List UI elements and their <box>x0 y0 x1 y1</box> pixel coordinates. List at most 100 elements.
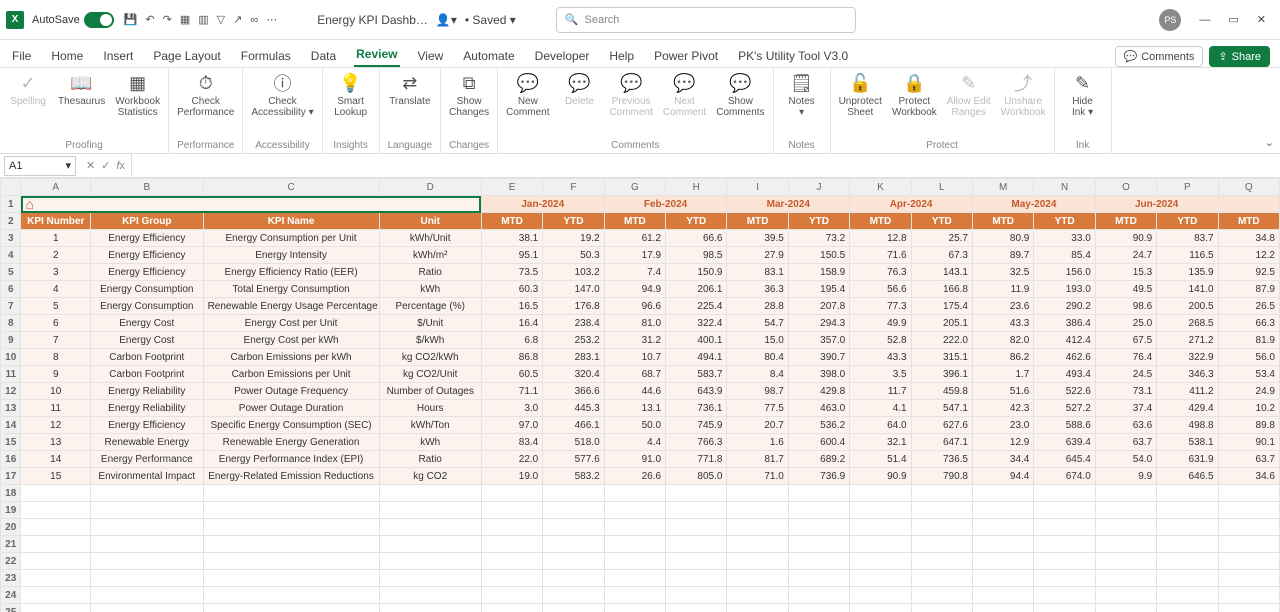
cell-B24[interactable] <box>91 587 204 604</box>
cell-K16[interactable]: 51.4 <box>850 451 911 468</box>
row-header-19[interactable]: 19 <box>1 502 21 519</box>
cell-E19[interactable] <box>481 502 542 519</box>
cell-F18[interactable] <box>543 485 604 502</box>
cell-O16[interactable]: 54.0 <box>1095 451 1156 468</box>
cell-H24[interactable] <box>666 587 727 604</box>
cell-N14[interactable]: 588.6 <box>1034 417 1095 434</box>
col-header-H[interactable]: H <box>666 179 727 196</box>
cell-M18[interactable] <box>972 485 1033 502</box>
cell-K24[interactable] <box>850 587 911 604</box>
cell-P13[interactable]: 429.4 <box>1157 400 1218 417</box>
cell-A3[interactable]: 1 <box>21 230 91 247</box>
row-header-7[interactable]: 7 <box>1 298 21 315</box>
cell-K17[interactable]: 90.9 <box>850 468 911 485</box>
autosave-toggle[interactable]: AutoSave <box>32 12 114 28</box>
cell-Q17[interactable]: 34.6 <box>1218 468 1279 485</box>
spreadsheet-grid[interactable]: ABCDEFGHIJKLMNOPQ1⌂Jan-2024Feb-2024Mar-2… <box>0 178 1280 612</box>
cell-F11[interactable]: 320.4 <box>543 366 604 383</box>
col-header-G[interactable]: G <box>604 179 665 196</box>
cell-C21[interactable] <box>203 536 379 553</box>
cell-A18[interactable] <box>21 485 91 502</box>
cell-H5[interactable]: 150.9 <box>666 264 727 281</box>
cell-A5[interactable]: 3 <box>21 264 91 281</box>
cell-C12[interactable]: Power Outage Frequency <box>203 383 379 400</box>
cell-J16[interactable]: 689.2 <box>788 451 849 468</box>
cell-D9[interactable]: $/kWh <box>379 332 481 349</box>
cell-N7[interactable]: 290.2 <box>1034 298 1095 315</box>
cell-Q15[interactable]: 90.1 <box>1218 434 1279 451</box>
cell-Q8[interactable]: 66.3 <box>1218 315 1279 332</box>
cell-N17[interactable]: 674.0 <box>1034 468 1095 485</box>
cell-D15[interactable]: kWh <box>379 434 481 451</box>
ribbon-new-button[interactable]: 💬NewComment <box>506 72 549 118</box>
hdr-ytd-4[interactable]: YTD <box>1034 213 1095 230</box>
cell-Q3[interactable]: 34.8 <box>1218 230 1279 247</box>
avatar[interactable]: PS <box>1159 9 1181 31</box>
chart-icon[interactable]: ▥ <box>198 13 208 26</box>
cell-I3[interactable]: 39.5 <box>727 230 788 247</box>
cell-F16[interactable]: 577.6 <box>543 451 604 468</box>
cell-B4[interactable]: Energy Efficiency <box>91 247 204 264</box>
cell-E15[interactable]: 83.4 <box>481 434 542 451</box>
cell-E9[interactable]: 6.8 <box>481 332 542 349</box>
comments-button[interactable]: 💬 Comments <box>1115 46 1204 67</box>
row-header-12[interactable]: 12 <box>1 383 21 400</box>
tab-insert[interactable]: Insert <box>101 45 135 67</box>
cell-I25[interactable] <box>727 604 788 612</box>
cell-O10[interactable]: 76.4 <box>1095 349 1156 366</box>
cell-P10[interactable]: 322.9 <box>1157 349 1218 366</box>
cell-E13[interactable]: 3.0 <box>481 400 542 417</box>
share-button[interactable]: ⇪ Share <box>1209 46 1270 67</box>
cell-H21[interactable] <box>666 536 727 553</box>
cancel-formula-icon[interactable]: ✕ <box>86 159 95 172</box>
cell-C14[interactable]: Specific Energy Consumption (SEC) <box>203 417 379 434</box>
cell-Q6[interactable]: 87.9 <box>1218 281 1279 298</box>
cell-P7[interactable]: 200.5 <box>1157 298 1218 315</box>
cell-K15[interactable]: 32.1 <box>850 434 911 451</box>
cell-E22[interactable] <box>481 553 542 570</box>
cell-L16[interactable]: 736.5 <box>911 451 972 468</box>
hdr-ytd-5[interactable]: YTD <box>1157 213 1218 230</box>
hdr-kpi-number[interactable]: KPI Number <box>21 213 91 230</box>
cell-D17[interactable]: kg CO2 <box>379 468 481 485</box>
filter-icon[interactable]: ▽ <box>217 13 225 26</box>
cell-J6[interactable]: 195.4 <box>788 281 849 298</box>
cell-G23[interactable] <box>604 570 665 587</box>
cell-D4[interactable]: kWh/m² <box>379 247 481 264</box>
hdr-mtd-1[interactable]: MTD <box>604 213 665 230</box>
save-icon[interactable]: 💾 <box>124 13 138 26</box>
cell-O14[interactable]: 63.6 <box>1095 417 1156 434</box>
cell-N12[interactable]: 522.6 <box>1034 383 1095 400</box>
hdr-mtd-2[interactable]: MTD <box>727 213 788 230</box>
cell-L9[interactable]: 222.0 <box>911 332 972 349</box>
row-header-11[interactable]: 11 <box>1 366 21 383</box>
cell-H25[interactable] <box>666 604 727 612</box>
cell-M17[interactable]: 94.4 <box>972 468 1033 485</box>
row-header-17[interactable]: 17 <box>1 468 21 485</box>
cell-J5[interactable]: 158.9 <box>788 264 849 281</box>
cell-N15[interactable]: 639.4 <box>1034 434 1095 451</box>
row-header-15[interactable]: 15 <box>1 434 21 451</box>
row-header-25[interactable]: 25 <box>1 604 21 612</box>
cell-F4[interactable]: 50.3 <box>543 247 604 264</box>
cell-A8[interactable]: 6 <box>21 315 91 332</box>
cell-M13[interactable]: 42.3 <box>972 400 1033 417</box>
cell-A10[interactable]: 8 <box>21 349 91 366</box>
cell-Q18[interactable] <box>1218 485 1279 502</box>
cell-N13[interactable]: 527.2 <box>1034 400 1095 417</box>
cell-E24[interactable] <box>481 587 542 604</box>
qat-more-icon[interactable]: ⋯ <box>266 13 277 26</box>
cell-C5[interactable]: Energy Efficiency Ratio (EER) <box>203 264 379 281</box>
cell-N19[interactable] <box>1034 502 1095 519</box>
row-header-10[interactable]: 10 <box>1 349 21 366</box>
cell-H12[interactable]: 643.9 <box>666 383 727 400</box>
cell-I24[interactable] <box>727 587 788 604</box>
cell-Q20[interactable] <box>1218 519 1279 536</box>
hdr-mtd-5[interactable]: MTD <box>1095 213 1156 230</box>
cell-E12[interactable]: 71.1 <box>481 383 542 400</box>
cell-A13[interactable]: 11 <box>21 400 91 417</box>
formula-input[interactable] <box>132 156 1280 176</box>
cell-L25[interactable] <box>911 604 972 612</box>
cell-H14[interactable]: 745.9 <box>666 417 727 434</box>
cell-G17[interactable]: 26.6 <box>604 468 665 485</box>
